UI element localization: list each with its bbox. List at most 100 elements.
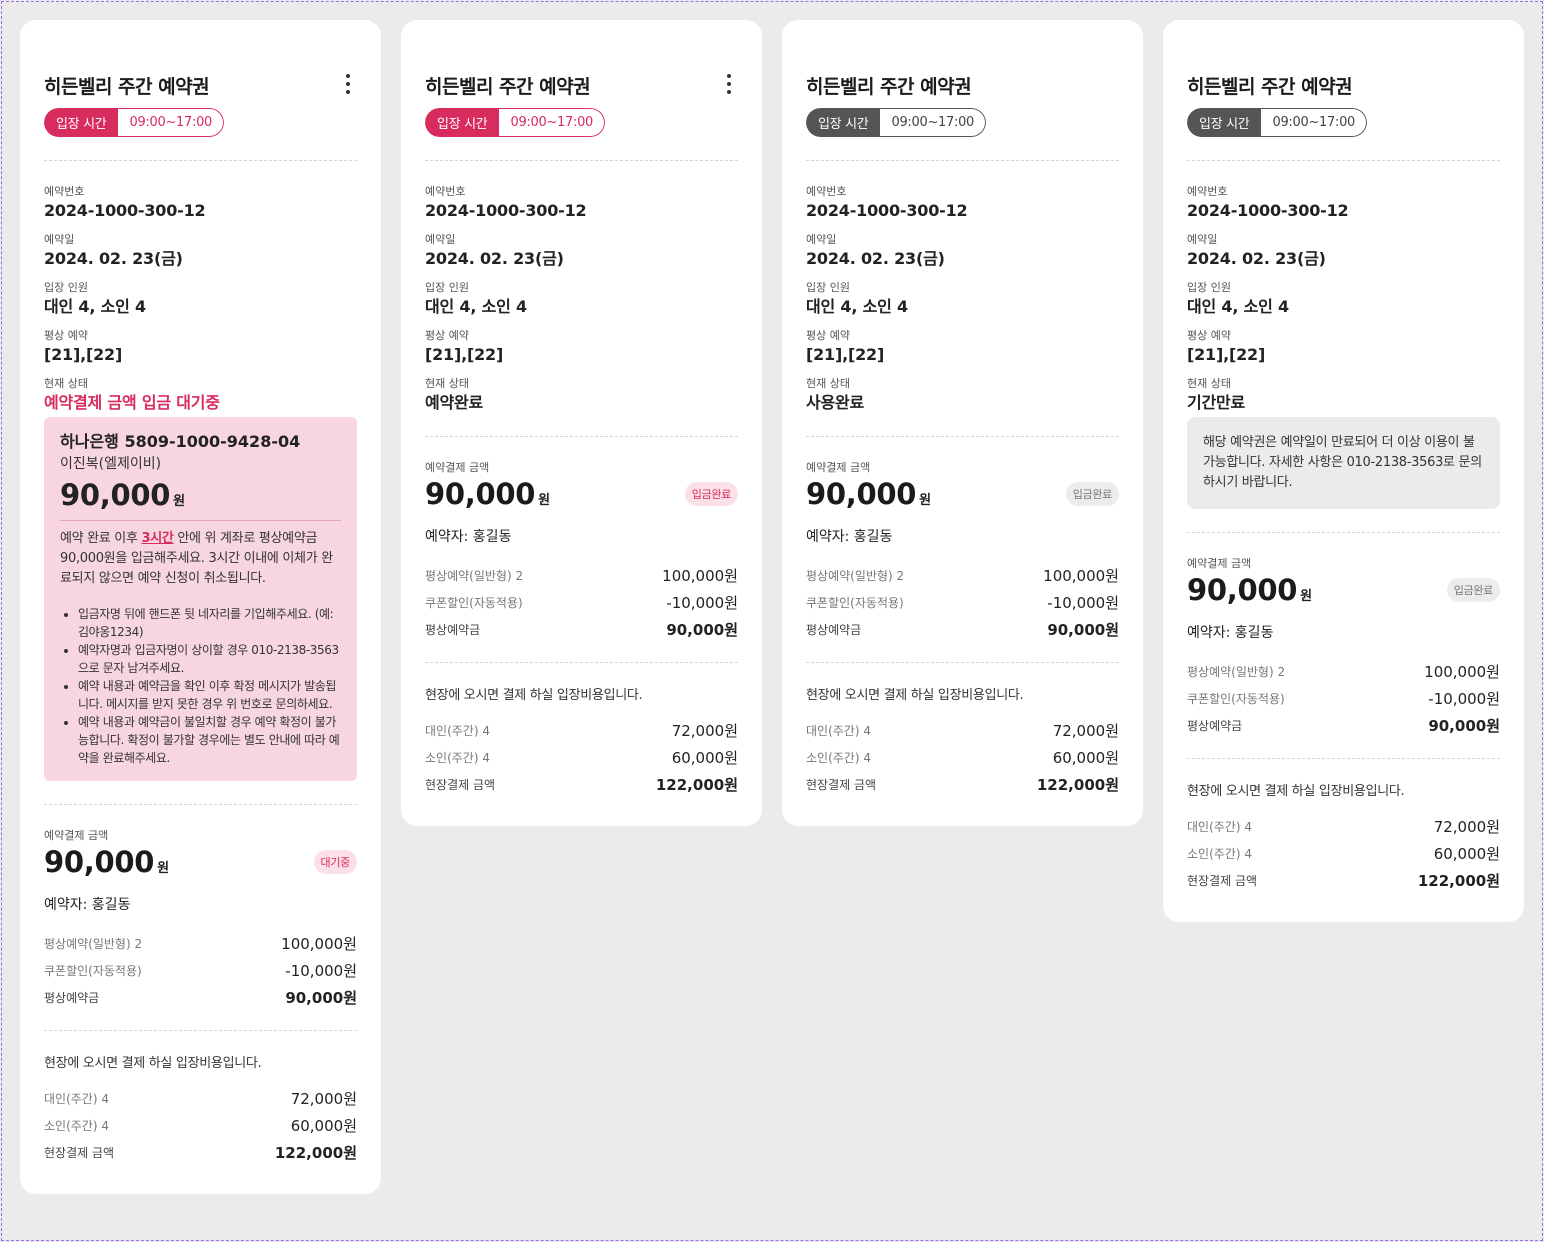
onsite-total-line: 현장결제 금액 122,000원	[1187, 867, 1500, 894]
bed-label: 평상 예약	[1187, 329, 1231, 342]
status-value: 예약완료	[425, 393, 484, 412]
reservation-no: 2024-1000-300-12	[425, 201, 587, 220]
price-line-label: 평상예약(일반형) 2	[425, 569, 524, 583]
price-line-value: -10,000원	[666, 594, 738, 612]
onsite-total-value: 122,000원	[1417, 872, 1500, 890]
guideline-item: 예약 내용과 예약금을 확인 이후 확정 메시지가 발송됩니다. 메시지를 받지…	[78, 677, 341, 713]
reservation-date-label: 예약일	[44, 233, 75, 246]
entry-time-value: 09:00~17:00	[880, 108, 987, 137]
onsite-line-label: 소인(주간) 4	[806, 751, 871, 765]
deposit-note-part1: 예약 완료 이후	[60, 531, 142, 546]
onsite-line: 소인(주간) 4 60,000원	[44, 1112, 357, 1139]
price-line: 쿠폰할인(자동적용) -10,000원	[44, 957, 357, 984]
pay-amount-unit: 원	[538, 493, 551, 508]
price-total-label: 평상예약금	[1187, 719, 1243, 733]
onsite-line-label: 소인(주간) 4	[44, 1119, 109, 1133]
reservation-no-label: 예약번호	[44, 185, 85, 198]
reservation-date: 2024. 02. 23(금)	[1187, 249, 1326, 268]
deposit-note: 예약 완료 이후 3시간 안에 위 계좌로 평상예약금 90,000원을 입금해…	[60, 529, 341, 589]
pay-amount: 90,000 원	[425, 477, 550, 511]
entry-time-tag: 입장 시간	[425, 108, 500, 137]
more-options-icon[interactable]	[726, 74, 732, 94]
people-label: 입장 인원	[806, 281, 850, 294]
card-title: 히든벨리 주간 예약권	[806, 76, 972, 98]
guideline-item: 예약 내용과 예약금이 불일치할 경우 예약 확정이 불가능합니다. 확정이 불…	[78, 713, 341, 767]
onsite-total-line: 현장결제 금액 122,000원	[425, 771, 738, 798]
price-total-value: 90,000원	[285, 989, 357, 1007]
reservation-no-label: 예약번호	[425, 185, 466, 198]
price-line-value: 100,000원	[1424, 663, 1500, 681]
price-total-label: 평상예약금	[806, 623, 862, 637]
people-label: 입장 인원	[425, 281, 469, 294]
deposit-guidelines: 입금자명 뒤에 핸드폰 뒷 네자리를 기입해주세요. (예:김야옹1234) 예…	[60, 605, 341, 767]
price-line: 쿠폰할인(자동적용) -10,000원	[806, 589, 1119, 616]
payment-status-badge: 입금완료	[1446, 578, 1500, 602]
reservation-card-used: 히든벨리 주간 예약권 입장 시간 09:00~17:00 예약번호 2024-1…	[782, 20, 1143, 826]
onsite-line-label: 소인(주간) 4	[1187, 847, 1252, 861]
entry-time-tag: 입장 시간	[1187, 108, 1262, 137]
onsite-line-value: 72,000원	[290, 1090, 357, 1108]
onsite-line: 대인(주간) 4 72,000원	[806, 717, 1119, 744]
price-total-value: 90,000원	[666, 621, 738, 639]
people-label: 입장 인원	[44, 281, 88, 294]
onsite-line-value: 60,000원	[671, 749, 738, 767]
price-line-label: 평상예약(일반형) 2	[44, 937, 143, 951]
bed-numbers: [21],[22]	[1187, 345, 1266, 364]
reservation-date-label: 예약일	[1187, 233, 1218, 246]
reservation-no: 2024-1000-300-12	[44, 201, 206, 220]
entry-time-value: 09:00~17:00	[499, 108, 606, 137]
people-count: 대인 4, 소인 4	[425, 297, 527, 316]
deposit-amount-unit: 원	[173, 494, 186, 509]
price-line-label: 평상예약(일반형) 2	[1187, 665, 1286, 679]
pay-amount-number: 90,000	[806, 477, 917, 511]
pay-amount-number: 90,000	[1187, 573, 1298, 607]
people-label: 입장 인원	[1187, 281, 1231, 294]
reservation-card-pending: 히든벨리 주간 예약권 입장 시간 09:00~17:00 예약번호 2024-1…	[20, 20, 381, 1194]
onsite-line: 대인(주간) 4 72,000원	[425, 717, 738, 744]
entry-time-pill: 입장 시간 09:00~17:00	[425, 108, 606, 137]
pay-label: 예약결제 금액	[1187, 557, 1252, 570]
onsite-total-line: 현장결제 금액 122,000원	[44, 1139, 357, 1166]
onsite-line-value: 60,000원	[290, 1117, 357, 1135]
price-line-label: 쿠폰할인(자동적용)	[425, 596, 523, 610]
onsite-line-value: 72,000원	[671, 722, 738, 740]
price-line: 평상예약(일반형) 2 100,000원	[1187, 658, 1500, 685]
card-title: 히든벨리 주간 예약권	[44, 76, 210, 98]
bed-numbers: [21],[22]	[806, 345, 885, 364]
expired-notice: 해당 예약권은 예약일이 만료되어 더 이상 이용이 불가능합니다. 자세한 사…	[1187, 417, 1500, 509]
status-label: 현재 상태	[1187, 377, 1231, 390]
payment-status-badge: 대기중	[313, 850, 357, 874]
price-line: 쿠폰할인(자동적용) -10,000원	[1187, 685, 1500, 712]
guideline-item: 입금자명 뒤에 핸드폰 뒷 네자리를 기입해주세요. (예:김야옹1234)	[78, 605, 341, 641]
status-value: 예약결제 금액 입금 대기중	[44, 393, 220, 412]
price-line-value: 100,000원	[1043, 567, 1119, 585]
onsite-line-label: 대인(주간) 4	[425, 724, 490, 738]
onsite-total-value: 122,000원	[1036, 776, 1119, 794]
onsite-note: 현장에 오시면 결제 하실 입장비용입니다.	[44, 1056, 262, 1071]
more-options-icon[interactable]	[345, 74, 351, 94]
price-line-label: 쿠폰할인(자동적용)	[806, 596, 904, 610]
bed-numbers: [21],[22]	[44, 345, 123, 364]
onsite-line-label: 대인(주간) 4	[806, 724, 871, 738]
reservation-no-label: 예약번호	[1187, 185, 1228, 198]
deposit-deadline-highlight: 3시간	[141, 531, 174, 546]
price-total-line: 평상예약금 90,000원	[806, 616, 1119, 643]
bank-account: 하나은행 5809-1000-9428-04	[60, 432, 301, 451]
reservation-date: 2024. 02. 23(금)	[44, 249, 183, 268]
status-label: 현재 상태	[425, 377, 469, 390]
pay-amount-unit: 원	[919, 493, 932, 508]
onsite-total-label: 현장결제 금액	[806, 778, 877, 792]
onsite-note: 현장에 오시면 결제 하실 입장비용입니다.	[806, 688, 1024, 703]
reservation-no: 2024-1000-300-12	[806, 201, 968, 220]
reservation-card-confirmed: 히든벨리 주간 예약권 입장 시간 09:00~17:00 예약번호 2024-1…	[401, 20, 762, 826]
onsite-line-value: 72,000원	[1052, 722, 1119, 740]
entry-time-pill: 입장 시간 09:00~17:00	[44, 108, 225, 137]
price-line-label: 쿠폰할인(자동적용)	[1187, 692, 1285, 706]
onsite-line: 소인(주간) 4 60,000원	[1187, 840, 1500, 867]
onsite-note: 현장에 오시면 결제 하실 입장비용입니다.	[1187, 784, 1405, 799]
card-title: 히든벨리 주간 예약권	[425, 76, 591, 98]
card-title: 히든벨리 주간 예약권	[1187, 76, 1353, 98]
reservation-no: 2024-1000-300-12	[1187, 201, 1349, 220]
payment-status-badge: 입금완료	[1065, 482, 1119, 506]
onsite-line: 대인(주간) 4 72,000원	[44, 1085, 357, 1112]
